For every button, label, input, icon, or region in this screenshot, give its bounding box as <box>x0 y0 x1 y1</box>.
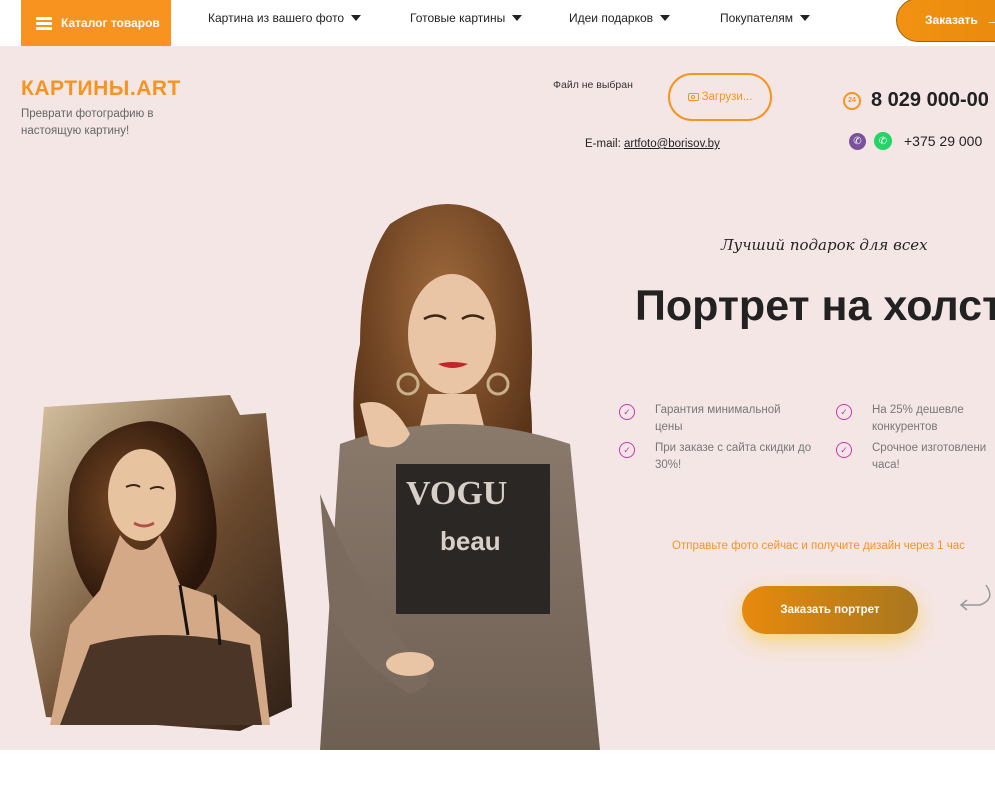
viber-icon[interactable]: ✆ <box>849 132 866 150</box>
upload-label: Загрузи... <box>701 91 753 103</box>
model-photo-image: VOGU beau <box>320 204 600 750</box>
camera-icon <box>687 93 699 101</box>
nav-item-label: Покупателям <box>720 11 793 25</box>
clock-24-icon: 24 <box>843 91 861 110</box>
email-link[interactable]: artfoto@borisov.by <box>624 138 720 150</box>
feature-item: ✓ При заказе с сайта скидки до 30%! <box>619 440 819 474</box>
portrait-painting-image <box>30 395 292 731</box>
chevron-down-icon <box>351 15 362 21</box>
sweater-print-text-1: VOGU <box>406 475 507 512</box>
hero-subtitle: Лучший подарок для всех <box>721 236 928 254</box>
chevron-down-icon <box>660 15 671 21</box>
check-circle-icon: ✓ <box>836 404 852 420</box>
hero-headline: Портрет на холст <box>635 282 995 330</box>
nav-item-gift-ideas[interactable]: Идеи подарков <box>569 0 671 36</box>
email-contact: E-mail: artfoto@borisov.by <box>585 138 720 150</box>
tagline: Преврати фотографию в настоящую картину! <box>21 108 154 137</box>
feature-text: Срочное изготовлени часа! <box>872 442 987 471</box>
phone-main[interactable]: 24 8 029 000-00 <box>843 89 989 112</box>
nav-item-label: Идеи подарков <box>569 11 654 25</box>
chevron-down-icon <box>512 15 523 21</box>
phone-messengers[interactable]: ✆ ✆ +375 29 000 <box>849 132 982 150</box>
check-circle-icon: ✓ <box>619 404 635 420</box>
feature-item: ✓ На 25% дешевле конкурентов <box>836 402 995 436</box>
burger-menu-icon <box>36 17 52 30</box>
nav-item-label: Картина из вашего фото <box>208 11 345 25</box>
sweater-print-text-2: beau <box>440 526 501 556</box>
chevron-down-icon <box>799 15 810 21</box>
phone-messengers-number: +375 29 000 <box>904 133 983 149</box>
feature-text: Гарантия минимальной цены <box>655 404 781 433</box>
curved-arrow-icon <box>959 584 991 611</box>
feature-text: На 25% дешевле конкурентов <box>872 404 964 433</box>
nav-item-ready-paintings[interactable]: Готовые картины <box>410 0 523 36</box>
file-status: Файл не выбран <box>553 79 633 91</box>
catalog-button[interactable]: Каталог товаров <box>21 0 171 46</box>
email-label: E-mail: <box>585 138 621 150</box>
order-label: Заказать <box>925 13 978 27</box>
check-circle-icon: ✓ <box>836 442 852 458</box>
phone-main-number: 8 029 000-00 <box>871 89 989 111</box>
page-bottom <box>0 750 995 806</box>
hero-section: КАРТИНЫ.ART Преврати фотографию в настоя… <box>0 46 995 750</box>
site-logo[interactable]: КАРТИНЫ.ART <box>21 77 181 101</box>
check-circle-icon: ✓ <box>619 442 635 458</box>
arrow-right-icon: → <box>985 11 995 29</box>
order-button[interactable]: Заказать → <box>896 0 995 42</box>
order-portrait-button[interactable]: Заказать портрет <box>742 586 918 634</box>
cta-text: Отправьте фото сейчас и получите дизайн … <box>672 540 965 552</box>
catalog-label: Каталог товаров <box>61 16 160 30</box>
nav-item-customers[interactable]: Покупателям <box>720 0 810 36</box>
upload-button[interactable]: Загрузи... <box>668 73 772 121</box>
feature-item: ✓ Гарантия минимальной цены <box>619 402 809 436</box>
nav-item-photo-painting[interactable]: Картина из вашего фото <box>208 0 362 36</box>
top-navigation: Каталог товаров Картина из вашего фото Г… <box>0 0 995 46</box>
feature-text: При заказе с сайта скидки до 30%! <box>655 442 812 471</box>
feature-item: ✓ Срочное изготовлени часа! <box>836 440 995 474</box>
nav-item-label: Готовые картины <box>410 11 506 25</box>
whatsapp-icon[interactable]: ✆ <box>874 132 892 150</box>
